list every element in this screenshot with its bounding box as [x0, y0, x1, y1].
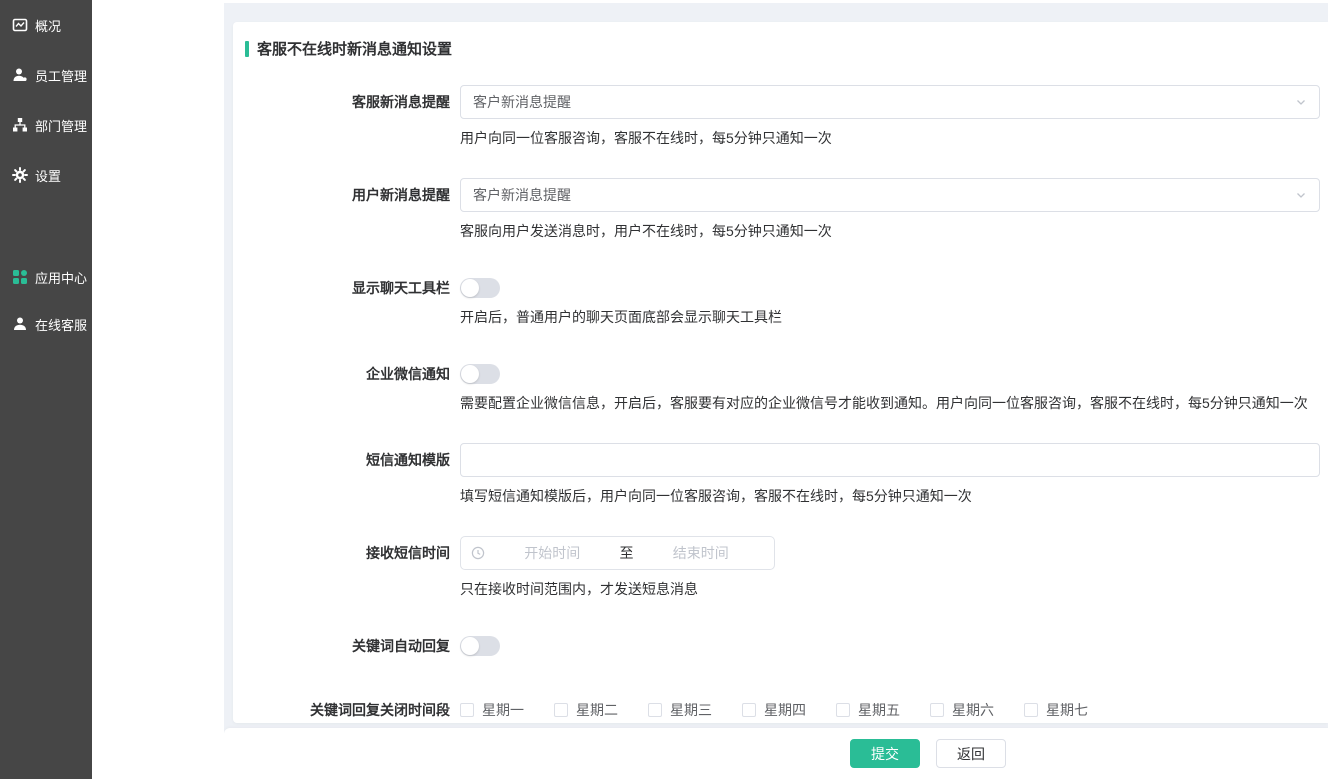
checkbox-monday[interactable]: 星期一	[460, 700, 524, 720]
checkbox-thursday[interactable]: 星期四	[742, 700, 806, 720]
form-row-sms-template: 短信通知模版 填写短信通知模版后，用户向同一位客服咨询，客服不在线时，每5分钟只…	[245, 443, 1320, 506]
field-label: 短信通知模版	[245, 443, 450, 506]
checkbox-tuesday[interactable]: 星期二	[554, 700, 618, 720]
checkbox-icon	[1024, 703, 1038, 717]
field-label: 显示聊天工具栏	[245, 271, 450, 327]
section-title-text: 客服不在线时新消息通知设置	[257, 38, 452, 59]
submit-button[interactable]: 提交	[850, 739, 920, 768]
settings-icon	[12, 167, 28, 183]
form-row-chat-toolbar: 显示聊天工具栏 开启后，普通用户的聊天页面底部会显示聊天工具栏	[245, 271, 1320, 327]
section-accent-bar	[245, 41, 249, 57]
field-label: 关键词回复关闭时间段	[245, 693, 450, 723]
clock-icon	[471, 546, 485, 560]
form-row-keyword-autoreply: 关键词自动回复	[245, 629, 1320, 663]
checkbox-icon	[742, 703, 756, 717]
sidebar-item-label: 在线客服	[35, 315, 87, 334]
checkbox-icon	[460, 703, 474, 717]
main-area: 客服不在线时新消息通知设置 客服新消息提醒 客户新消息提醒 用户向同一位客服咨询…	[224, 0, 1328, 779]
end-time-placeholder[interactable]: 结束时间	[638, 543, 765, 563]
primary-sidebar: 概况 员工管理 部门管理 设置 应用中心	[0, 0, 92, 779]
field-helper: 填写短信通知模版后，用户向同一位客服咨询，客服不在线时，每5分钟只通知一次	[460, 486, 1320, 506]
field-helper: 需要配置企业微信信息，开启后，客服要有对应的企业微信号才能收到通知。用户向同一位…	[460, 393, 1320, 413]
sidebar-item-label: 设置	[35, 166, 61, 185]
field-helper: 用户向同一位客服咨询，客服不在线时，每5分钟只通知一次	[460, 128, 1320, 148]
settings-card: 客服不在线时新消息通知设置 客服新消息提醒 客户新消息提醒 用户向同一位客服咨询…	[233, 22, 1328, 723]
field-helper: 只在接收时间范围内，才发送短息消息	[460, 579, 1320, 599]
form-row-sms-time: 接收短信时间 开始时间 至 结束时间 只在接收时间范围内，才发送短息消息	[245, 536, 1320, 599]
form-row-cs-new-message: 客服新消息提醒 客户新消息提醒 用户向同一位客服咨询，客服不在线时，每5分钟只通…	[245, 85, 1320, 148]
wecom-notify-toggle[interactable]	[460, 364, 500, 384]
form-row-wecom-notify: 企业微信通知 需要配置企业微信信息，开启后，客服要有对应的企业微信号才能收到通知…	[245, 357, 1320, 413]
chevron-down-icon	[1295, 189, 1307, 201]
sidebar-item-staff[interactable]: 员工管理	[0, 50, 92, 100]
select-value: 客户新消息提醒	[473, 92, 1295, 112]
time-range-separator: 至	[616, 543, 638, 563]
staff-icon	[12, 67, 28, 83]
sidebar-item-label: 应用中心	[35, 268, 87, 287]
checkbox-icon	[554, 703, 568, 717]
start-time-placeholder[interactable]: 开始时间	[489, 543, 616, 563]
toggle-knob	[461, 637, 479, 655]
sidebar-item-overview[interactable]: 概况	[0, 0, 92, 50]
field-helper: 客服向用户发送消息时，用户不在线时，每5分钟只通知一次	[460, 221, 1320, 241]
field-label: 关键词自动回复	[245, 629, 450, 663]
chevron-down-icon	[1295, 96, 1307, 108]
select-value: 客户新消息提醒	[473, 185, 1295, 205]
checkbox-sunday[interactable]: 星期七	[1024, 700, 1088, 720]
form-row-keyword-close-period: 关键词回复关闭时间段 星期一 星期二 星期三 星期四 星期五 星期六 星期七	[245, 693, 1320, 723]
weekday-checkbox-group: 星期一 星期二 星期三 星期四 星期五 星期六 星期七	[460, 693, 1320, 723]
toggle-knob	[461, 365, 479, 383]
field-label: 企业微信通知	[245, 357, 450, 413]
field-label: 用户新消息提醒	[245, 178, 450, 241]
checkbox-icon	[836, 703, 850, 717]
secondary-sidebar	[92, 0, 224, 779]
keyword-autoreply-toggle[interactable]	[460, 636, 500, 656]
cs-new-message-select[interactable]: 客户新消息提醒	[460, 85, 1320, 119]
online-service-icon	[12, 316, 28, 332]
app-center-icon	[12, 269, 28, 285]
sidebar-item-online-service[interactable]: 在线客服	[0, 302, 92, 346]
sidebar-item-label: 部门管理	[35, 116, 87, 135]
section-title: 客服不在线时新消息通知设置	[245, 38, 1320, 59]
department-icon	[12, 117, 28, 133]
field-label: 接收短信时间	[245, 536, 450, 599]
form-row-user-new-message: 用户新消息提醒 客户新消息提醒 客服向用户发送消息时，用户不在线时，每5分钟只通…	[245, 178, 1320, 241]
toggle-knob	[461, 279, 479, 297]
top-strip	[224, 0, 1328, 3]
chat-toolbar-toggle[interactable]	[460, 278, 500, 298]
checkbox-icon	[648, 703, 662, 717]
field-helper: 开启后，普通用户的聊天页面底部会显示聊天工具栏	[460, 307, 1320, 327]
sidebar-item-department[interactable]: 部门管理	[0, 100, 92, 150]
sidebar-item-label: 员工管理	[35, 66, 87, 85]
back-button[interactable]: 返回	[936, 739, 1006, 768]
sms-time-range-picker[interactable]: 开始时间 至 结束时间	[460, 536, 775, 570]
footer-action-bar: 提交 返回	[224, 728, 1328, 779]
overview-icon	[12, 17, 28, 33]
sidebar-item-app-center[interactable]: 应用中心	[0, 252, 92, 302]
checkbox-friday[interactable]: 星期五	[836, 700, 900, 720]
checkbox-saturday[interactable]: 星期六	[930, 700, 994, 720]
sms-template-input[interactable]	[460, 443, 1320, 477]
sidebar-item-label: 概况	[35, 16, 61, 35]
checkbox-icon	[930, 703, 944, 717]
user-new-message-select[interactable]: 客户新消息提醒	[460, 178, 1320, 212]
checkbox-wednesday[interactable]: 星期三	[648, 700, 712, 720]
field-label: 客服新消息提醒	[245, 85, 450, 148]
sidebar-item-settings[interactable]: 设置	[0, 150, 92, 200]
